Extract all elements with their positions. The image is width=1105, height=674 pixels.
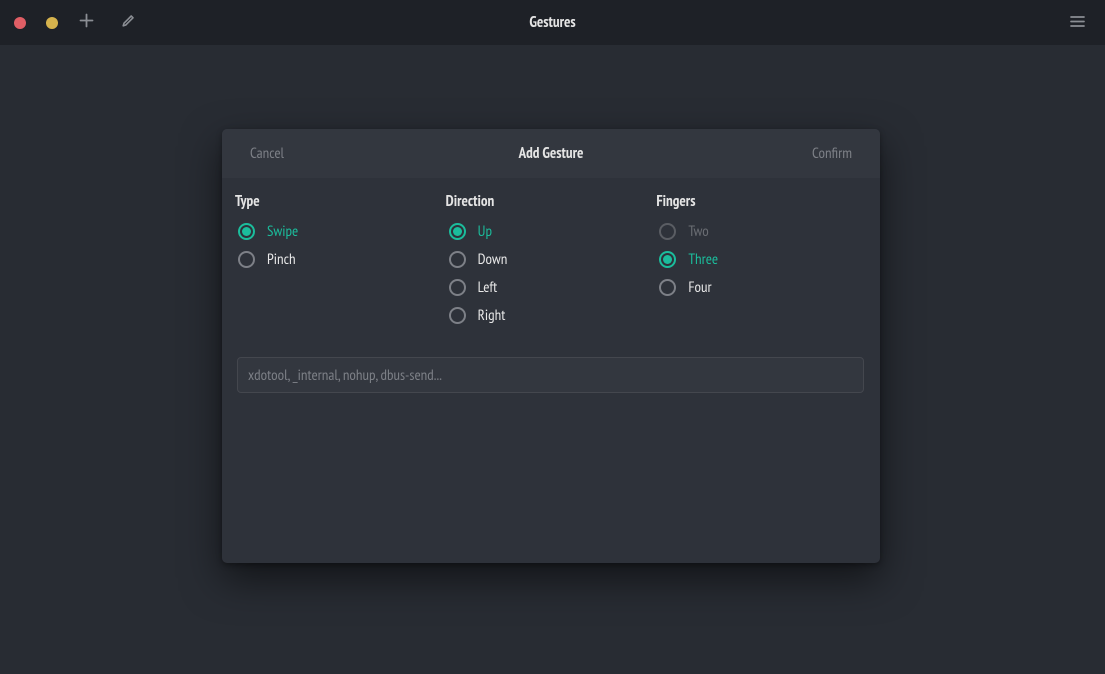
type-column: Type Swipe Pinch	[235, 192, 446, 329]
confirm-button[interactable]: Confirm	[812, 144, 852, 163]
radio-indicator-icon	[449, 251, 466, 268]
command-input[interactable]	[237, 357, 864, 393]
edit-gesture-button[interactable]	[114, 9, 142, 37]
fingers-heading: Fingers	[656, 192, 867, 211]
dialog-spacer	[235, 393, 867, 543]
dialog-title: Add Gesture	[222, 144, 880, 163]
type-heading: Type	[235, 192, 446, 211]
radio-label: Left	[478, 278, 498, 297]
radio-label: Down	[478, 250, 508, 269]
radio-label: Swipe	[267, 222, 298, 241]
pencil-icon	[121, 13, 136, 33]
dialog-body: Type Swipe Pinch Direction Up	[222, 178, 880, 563]
add-gesture-dialog: Cancel Add Gesture Confirm Type Swipe Pi…	[222, 129, 880, 563]
radio-indicator-icon	[238, 251, 255, 268]
direction-left-radio[interactable]: Left	[446, 273, 657, 301]
direction-right-radio[interactable]: Right	[446, 301, 657, 329]
direction-column: Direction Up Down Left Right	[446, 192, 657, 329]
radio-indicator-icon	[659, 223, 676, 240]
radio-label: Up	[478, 222, 492, 241]
radio-indicator-icon	[238, 223, 255, 240]
plus-icon	[79, 13, 94, 33]
dialog-header: Cancel Add Gesture Confirm	[222, 129, 880, 178]
fingers-two-radio: Two	[656, 217, 867, 245]
radio-indicator-icon	[659, 279, 676, 296]
radio-indicator-icon	[449, 307, 466, 324]
fingers-three-radio[interactable]: Three	[656, 245, 867, 273]
type-pinch-radio[interactable]: Pinch	[235, 245, 446, 273]
close-window-button[interactable]	[14, 17, 26, 29]
app-title: Gestures	[0, 13, 1105, 32]
main-menu-button[interactable]	[1063, 9, 1091, 37]
radio-label: Three	[688, 250, 718, 269]
fingers-four-radio[interactable]: Four	[656, 273, 867, 301]
radio-label: Pinch	[267, 250, 296, 269]
radio-indicator-icon	[659, 251, 676, 268]
add-gesture-button[interactable]	[72, 9, 100, 37]
radio-label: Two	[688, 222, 708, 241]
radio-indicator-icon	[449, 279, 466, 296]
type-swipe-radio[interactable]: Swipe	[235, 217, 446, 245]
headerbar: Gestures	[0, 0, 1105, 45]
minimize-window-button[interactable]	[46, 17, 58, 29]
fingers-column: Fingers Two Three Four	[656, 192, 867, 329]
cancel-button[interactable]: Cancel	[250, 144, 284, 163]
window-controls	[14, 17, 58, 29]
radio-indicator-icon	[449, 223, 466, 240]
radio-label: Right	[478, 306, 506, 325]
direction-up-radio[interactable]: Up	[446, 217, 657, 245]
hamburger-icon	[1070, 13, 1085, 33]
direction-heading: Direction	[446, 192, 657, 211]
radio-label: Four	[688, 278, 711, 297]
direction-down-radio[interactable]: Down	[446, 245, 657, 273]
